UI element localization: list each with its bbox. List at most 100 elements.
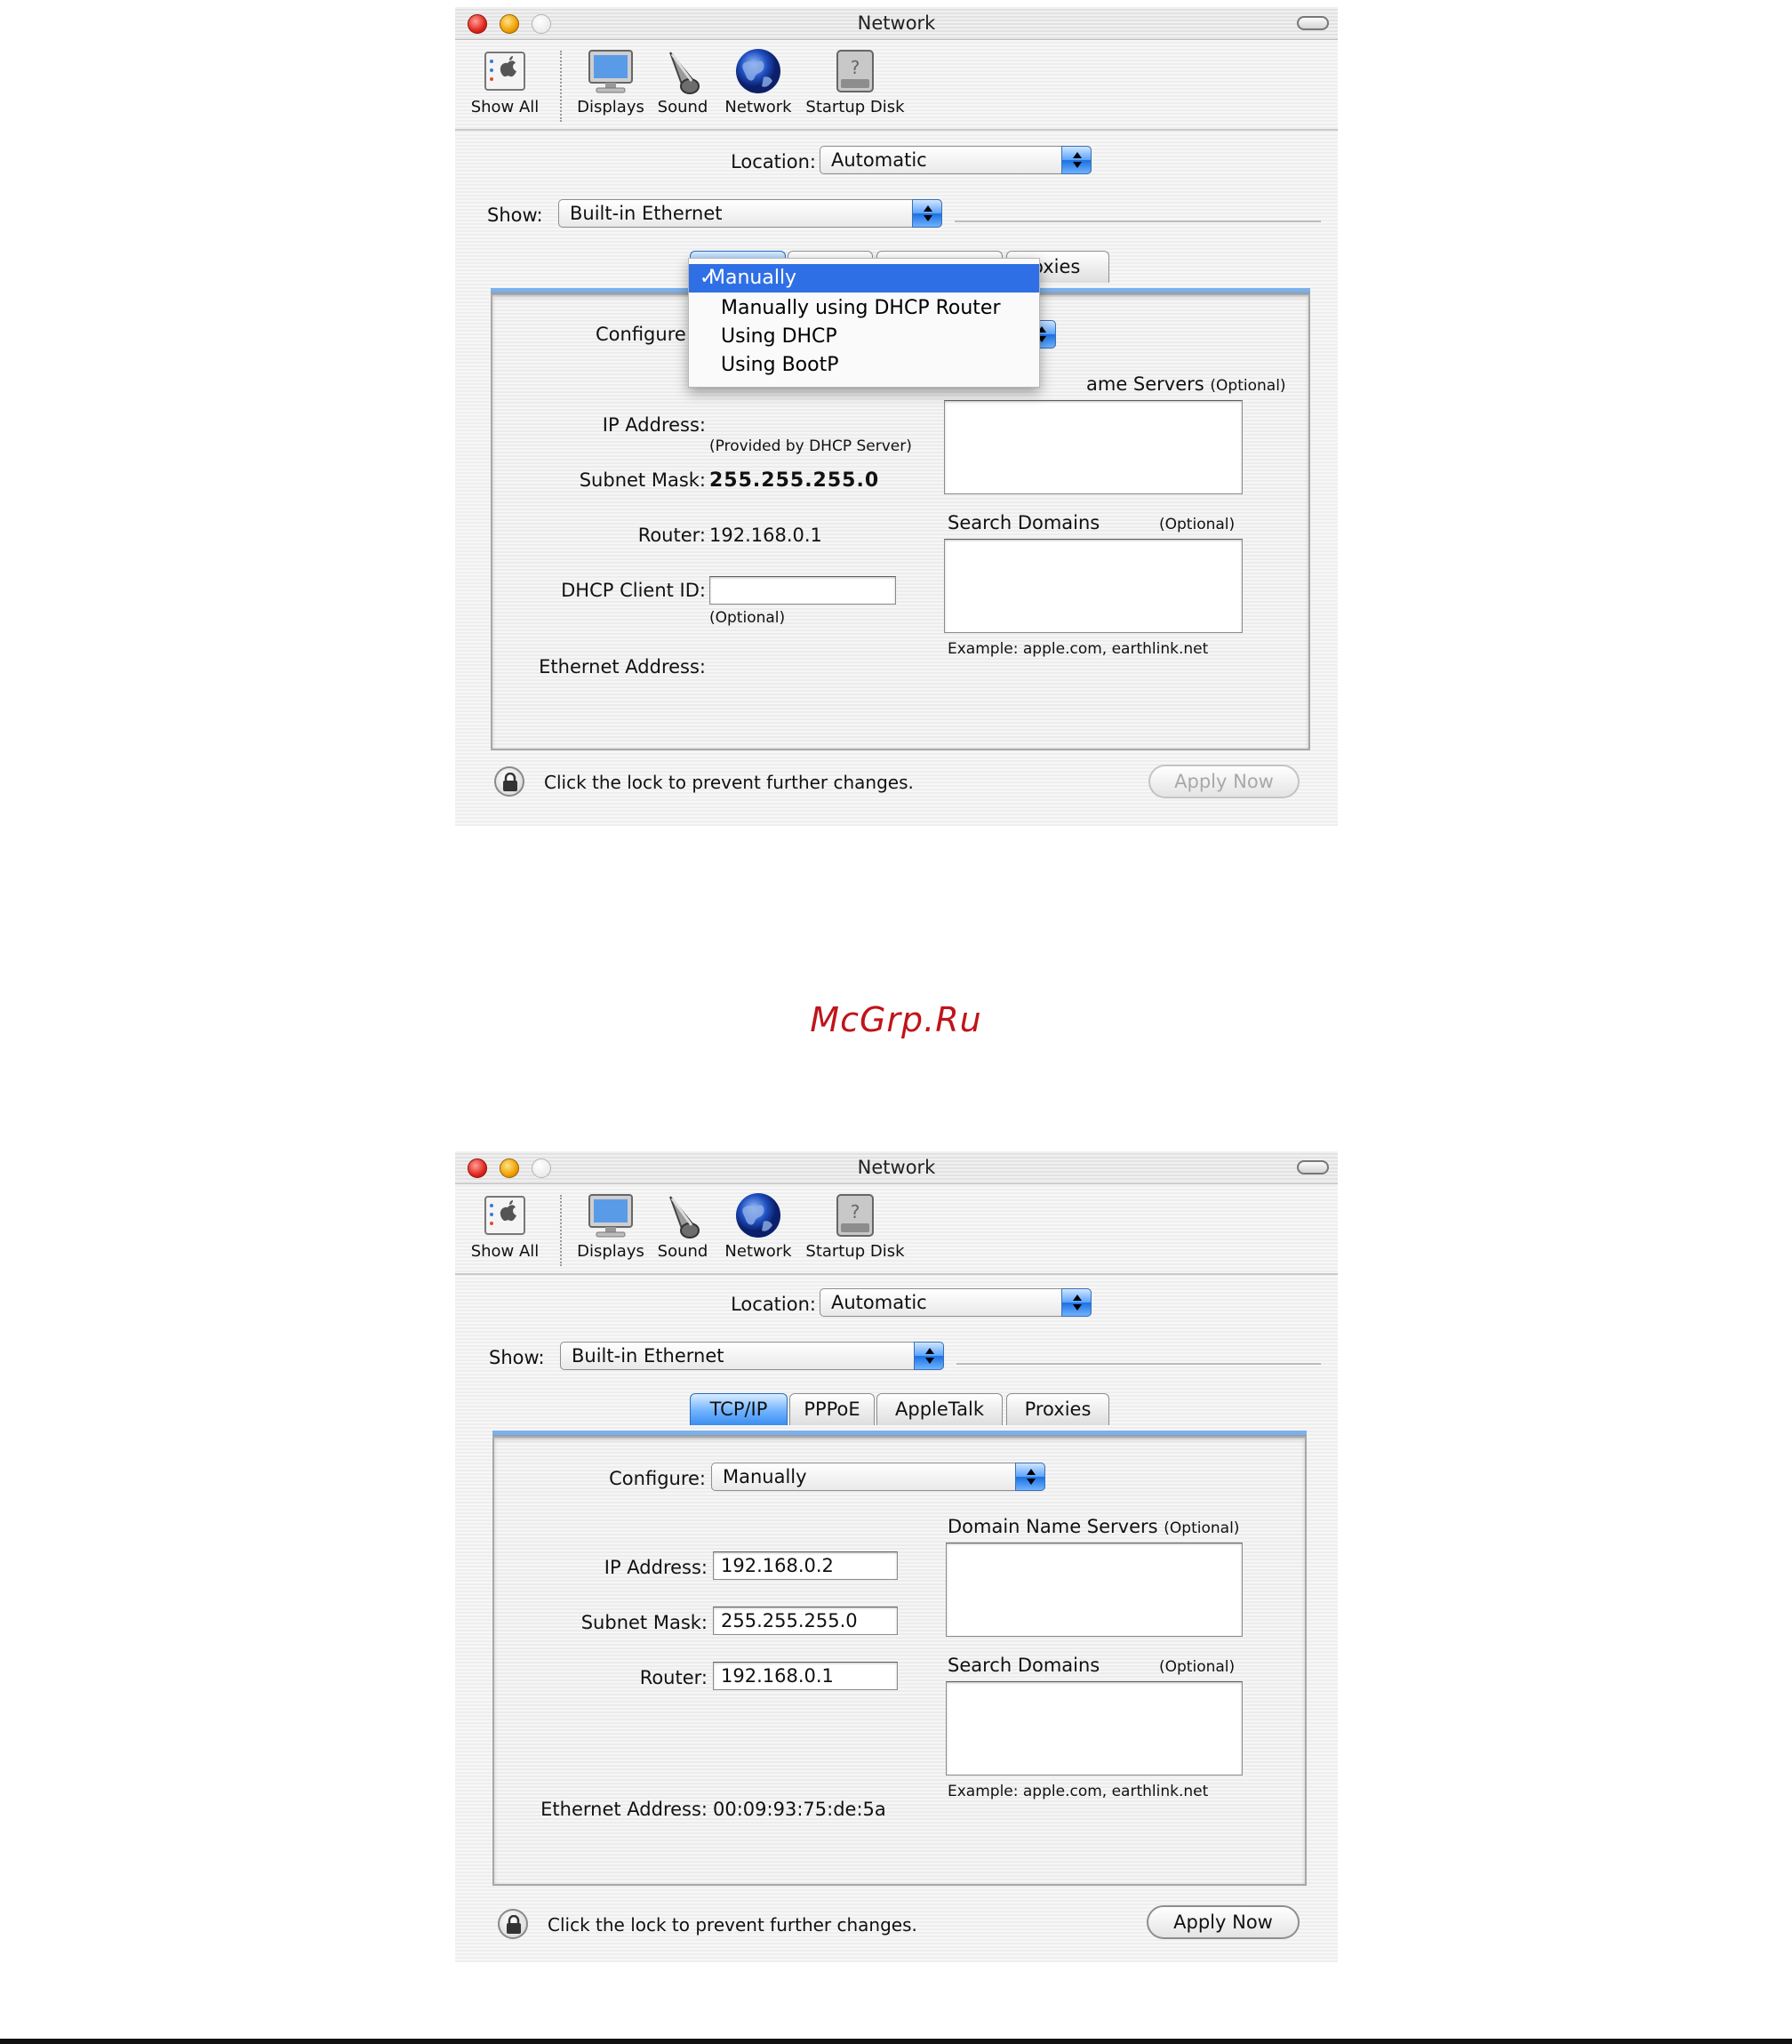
tab-tcpip[interactable]: TCP/IP bbox=[690, 1393, 788, 1425]
location-label: Location: bbox=[731, 1294, 816, 1315]
display-icon bbox=[586, 1191, 636, 1239]
search-domains-label: Search Domains bbox=[948, 1655, 1100, 1676]
ethernet-address-label: Ethernet Address: bbox=[539, 656, 706, 677]
disk-icon: ? bbox=[830, 1191, 880, 1239]
toolbar-sound[interactable]: Sound bbox=[652, 47, 713, 116]
location-popup[interactable]: Automatic bbox=[820, 146, 1092, 174]
lock-button[interactable] bbox=[494, 766, 524, 797]
popup-arrows-icon bbox=[1061, 146, 1092, 174]
toolbar-toggle-button[interactable] bbox=[1297, 1160, 1329, 1174]
search-domains-optional: (Optional) bbox=[1159, 516, 1236, 533]
subnet-mask-label: Subnet Mask: bbox=[580, 1612, 708, 1633]
menu-item-manually-dhcp-router[interactable]: Manually using DHCP Router bbox=[689, 294, 1039, 323]
toolbar-show-all[interactable]: Show All bbox=[468, 1191, 542, 1261]
toolbar: Show All Displays Sound Network ? Startu bbox=[455, 1184, 1338, 1275]
network-window-2: Network Show All Displays Sound Network … bbox=[455, 1151, 1338, 1962]
bottom-rule bbox=[0, 2039, 1792, 2044]
dhcp-client-id-optional: (Optional) bbox=[709, 609, 786, 627]
toolbar-separator bbox=[560, 51, 562, 122]
tab-label: TCP/IP bbox=[709, 1399, 768, 1420]
menu-item-label: Manually bbox=[708, 267, 797, 289]
tab-appletalk[interactable]: AppleTalk bbox=[876, 1393, 1003, 1425]
lock-icon bbox=[503, 773, 517, 791]
location-popup[interactable]: Automatic bbox=[820, 1288, 1092, 1317]
window-title: Network bbox=[857, 12, 936, 34]
toolbar-label: Displays bbox=[577, 1242, 644, 1261]
apple-icon bbox=[480, 1191, 530, 1239]
divider bbox=[955, 220, 1321, 222]
apply-now-button[interactable]: Apply Now bbox=[1148, 765, 1300, 798]
toolbar-network[interactable]: Network bbox=[720, 47, 796, 116]
configure-popup[interactable]: Manually bbox=[711, 1463, 1045, 1491]
svg-text:?: ? bbox=[851, 57, 860, 78]
checkmark-icon: ✓ bbox=[700, 267, 716, 289]
title-bar[interactable]: Network bbox=[455, 7, 1338, 40]
speaker-icon bbox=[658, 1191, 708, 1239]
popup-arrows-icon bbox=[1061, 1288, 1092, 1317]
divider bbox=[956, 1363, 1321, 1365]
globe-icon bbox=[733, 47, 783, 95]
location-label: Location: bbox=[731, 151, 816, 172]
toolbar-label: Sound bbox=[657, 98, 708, 116]
toolbar-label: Show All bbox=[470, 98, 540, 116]
dhcp-client-id-field[interactable] bbox=[709, 576, 896, 605]
dns-label: ame Servers (Optional) bbox=[1086, 373, 1286, 395]
show-popup[interactable]: Built-in Ethernet bbox=[560, 1342, 944, 1370]
network-window-1: Network Show All Displays Sound Network … bbox=[455, 7, 1338, 826]
provided-by-dhcp-note: (Provided by DHCP Server) bbox=[709, 437, 912, 455]
subnet-mask-label: Subnet Mask: bbox=[579, 469, 706, 491]
toolbar-startup-disk[interactable]: ? Startup Disk bbox=[804, 47, 907, 116]
search-domains-example: Example: apple.com, earthlink.net bbox=[948, 640, 1209, 658]
dns-servers-box[interactable] bbox=[946, 1543, 1243, 1637]
location-value: Automatic bbox=[831, 1292, 927, 1313]
toolbar-startup-disk[interactable]: ? Startup Disk bbox=[804, 1191, 907, 1261]
tab-label: Proxies bbox=[1024, 1399, 1092, 1420]
configure-label: Configure: bbox=[609, 1468, 706, 1489]
lock-text: Click the lock to prevent further change… bbox=[548, 1914, 917, 1936]
show-popup[interactable]: Built-in Ethernet bbox=[558, 199, 942, 228]
menu-item-manually[interactable]: ✓ Manually bbox=[689, 264, 1039, 293]
apply-now-button[interactable]: Apply Now bbox=[1147, 1905, 1300, 1939]
ip-address-field[interactable]: 192.168.0.2 bbox=[713, 1551, 898, 1580]
toolbar-network[interactable]: Network bbox=[720, 1191, 796, 1261]
router-label: Router: bbox=[637, 525, 706, 546]
ip-address-label: IP Address: bbox=[604, 1557, 708, 1578]
toolbar-label: Startup Disk bbox=[805, 1242, 905, 1261]
show-value: Built-in Ethernet bbox=[570, 203, 723, 224]
toolbar-displays[interactable]: Displays bbox=[575, 47, 646, 116]
location-value: Automatic bbox=[831, 149, 927, 171]
tab-label: AppleTalk bbox=[895, 1399, 984, 1420]
popup-arrows-icon bbox=[912, 199, 942, 228]
ip-address-label: IP Address: bbox=[602, 414, 706, 436]
search-domains-box[interactable] bbox=[944, 539, 1243, 633]
toolbar-label: Displays bbox=[577, 98, 644, 116]
menu-item-using-dhcp[interactable]: Using DHCP bbox=[689, 323, 1039, 351]
lock-button[interactable] bbox=[498, 1909, 528, 1939]
tab-proxies[interactable]: Proxies bbox=[1006, 1393, 1109, 1425]
toolbar-sound[interactable]: Sound bbox=[652, 1191, 713, 1261]
subnet-mask-field[interactable]: 255.255.255.0 bbox=[713, 1607, 898, 1635]
toolbar-show-all[interactable]: Show All bbox=[468, 47, 542, 116]
search-domains-box[interactable] bbox=[946, 1681, 1243, 1775]
ethernet-address-value: 00:09:93:75:de:5a bbox=[713, 1799, 886, 1820]
svg-text:?: ? bbox=[851, 1201, 860, 1222]
search-domains-example: Example: apple.com, earthlink.net bbox=[948, 1783, 1209, 1800]
configure-menu: ✓ Manually Manually using DHCP Router Us… bbox=[688, 258, 1040, 388]
dns-label: Domain Name Servers (Optional) bbox=[948, 1516, 1240, 1537]
dns-servers-box[interactable] bbox=[944, 400, 1243, 494]
panel-top-bar bbox=[492, 1431, 1307, 1436]
tab-label: PPPoE bbox=[804, 1399, 860, 1420]
menu-item-using-bootp[interactable]: Using BootP bbox=[689, 351, 1039, 380]
lock-text: Click the lock to prevent further change… bbox=[544, 772, 914, 793]
title-bar[interactable]: Network bbox=[455, 1151, 1338, 1184]
search-domains-label: Search Domains bbox=[948, 512, 1100, 533]
ethernet-address-label: Ethernet Address: bbox=[540, 1799, 708, 1820]
window-title: Network bbox=[857, 1157, 936, 1178]
router-field[interactable]: 192.168.0.1 bbox=[713, 1662, 898, 1690]
display-icon bbox=[586, 47, 636, 95]
toolbar-displays[interactable]: Displays bbox=[575, 1191, 646, 1261]
tab-pppoe[interactable]: PPPoE bbox=[789, 1393, 875, 1425]
toolbar-label: Sound bbox=[657, 1242, 708, 1261]
toolbar-toggle-button[interactable] bbox=[1297, 16, 1329, 30]
show-label: Show: bbox=[487, 204, 543, 226]
